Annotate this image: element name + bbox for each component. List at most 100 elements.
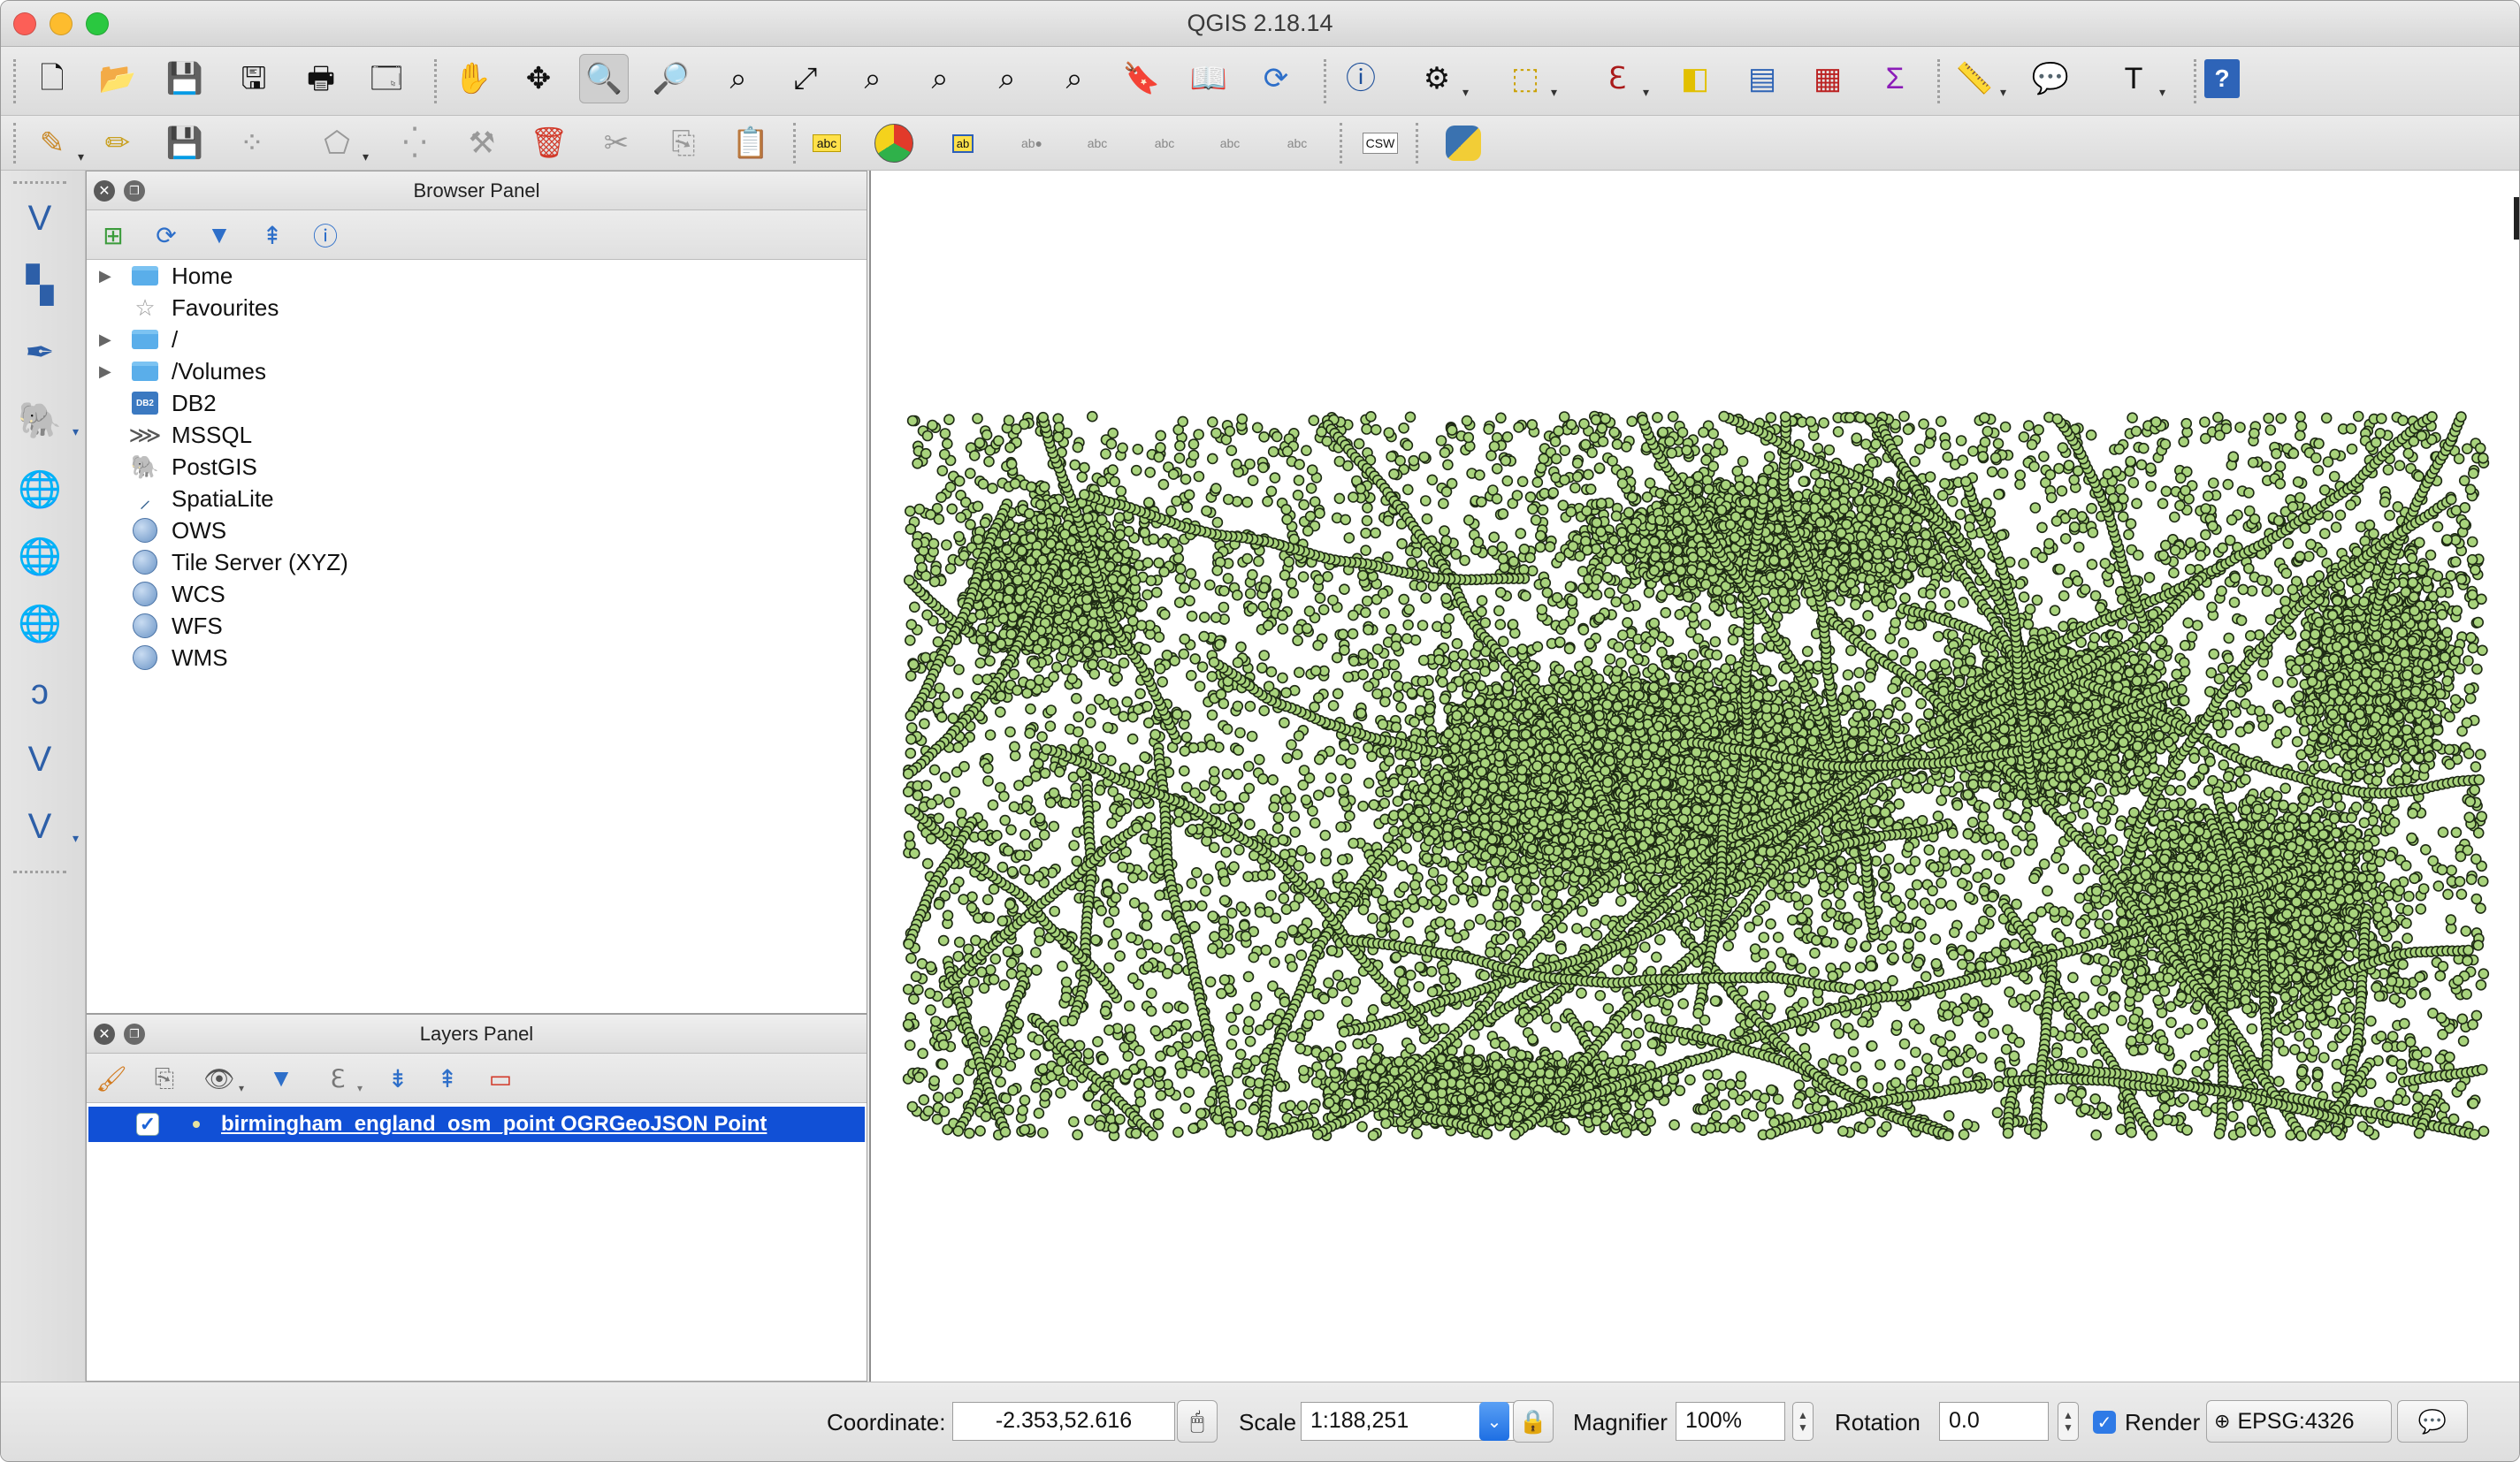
csw-icon[interactable]: CSW: [1355, 118, 1405, 168]
layer-visibility-checkbox[interactable]: ✓: [136, 1113, 159, 1136]
toolbar-grip[interactable]: [13, 871, 66, 874]
add-wfs-layer-icon[interactable]: ↄ: [13, 666, 66, 719]
statistics-icon[interactable]: Σ: [1870, 54, 1920, 103]
toolbar-grip[interactable]: [13, 59, 17, 103]
browser-item-wms[interactable]: WMS: [87, 642, 867, 674]
toggle-editing-icon[interactable]: ✏: [93, 118, 142, 168]
map-tips-icon[interactable]: 💬: [2026, 54, 2075, 103]
change-label-icon[interactable]: abc: [1272, 118, 1322, 168]
action-icon[interactable]: ⚙ ▾: [1412, 54, 1462, 103]
browser-item-db2[interactable]: DB2 DB2: [87, 387, 867, 419]
delete-selected-icon[interactable]: 🗑: [524, 118, 574, 168]
label-tool-icon[interactable]: abc: [802, 118, 851, 168]
remove-layer-icon[interactable]: ▭: [481, 1061, 520, 1096]
pan-to-selection-icon[interactable]: ✥: [514, 54, 563, 103]
copy-features-icon[interactable]: ⎘: [659, 118, 708, 168]
expand-arrow-icon[interactable]: ▶: [99, 267, 111, 286]
add-wms-layer-icon[interactable]: 🌐: [13, 529, 66, 583]
browser-item-volumes[interactable]: ▶ /Volumes: [87, 355, 867, 387]
filter-by-expression-icon[interactable]: ℇ ▾: [318, 1061, 357, 1096]
toolbar-grip[interactable]: [1937, 59, 1941, 103]
refresh-icon[interactable]: ⟳: [1251, 54, 1301, 103]
add-virtual-layer-icon[interactable]: V ▾: [13, 800, 66, 853]
text-annotation-icon[interactable]: T ▾: [2109, 54, 2158, 103]
browser-item-root[interactable]: ▶ /: [87, 324, 867, 355]
current-edits-icon[interactable]: ✎ ▾: [27, 118, 77, 168]
browser-item-favourites[interactable]: ☆ Favourites: [87, 292, 867, 324]
collapse-all-icon[interactable]: ⇞: [428, 1061, 467, 1096]
collapse-all-icon[interactable]: ⇞: [253, 217, 292, 253]
add-spatialite-layer-icon[interactable]: 🌐: [13, 462, 66, 515]
save-as-icon[interactable]: 🖫: [229, 54, 279, 103]
zoom-last-icon[interactable]: ⌕: [982, 54, 1032, 103]
add-wcs-layer-icon[interactable]: 🌐: [13, 597, 66, 650]
new-print-composer-icon[interactable]: 🖶: [296, 54, 346, 103]
new-project-icon[interactable]: 🗋: [27, 54, 77, 103]
add-delimited-text-icon[interactable]: ✒: [13, 326, 66, 379]
toolbar-grip[interactable]: [434, 59, 438, 103]
browser-item-wcs[interactable]: WCS: [87, 578, 867, 610]
rotate-label-icon[interactable]: abc: [1205, 118, 1255, 168]
browser-item-tile-server[interactable]: Tile Server (XYZ): [87, 546, 867, 578]
field-calculator-icon[interactable]: ▦: [1803, 54, 1852, 103]
save-project-icon[interactable]: 💾: [160, 54, 210, 103]
browser-item-postgis[interactable]: 🐘 PostGIS: [87, 451, 867, 483]
filter-legend-icon[interactable]: ▼: [262, 1061, 301, 1096]
expand-arrow-icon[interactable]: ▶: [99, 362, 111, 381]
show-hide-labels-icon[interactable]: abc: [1073, 118, 1122, 168]
select-by-expression-icon[interactable]: ℇ ▾: [1592, 54, 1642, 103]
filter-icon[interactable]: ▼: [200, 217, 239, 253]
browser-item-mssql[interactable]: ⋙ MSSQL: [87, 419, 867, 451]
save-edits-icon[interactable]: 💾: [160, 118, 210, 168]
attribute-table-icon[interactable]: ▤: [1737, 54, 1787, 103]
show-bookmarks-icon[interactable]: 📖: [1184, 54, 1233, 103]
properties-icon[interactable]: ⓘ: [306, 217, 345, 253]
zoom-next-icon[interactable]: ⌕: [1050, 54, 1099, 103]
toolbar-grip[interactable]: [793, 123, 797, 164]
new-bookmark-icon[interactable]: 🔖: [1117, 54, 1166, 103]
deselect-icon[interactable]: ◧: [1670, 54, 1720, 103]
add-postgis-layer-icon[interactable]: 🐘 ▾: [13, 393, 66, 446]
help-icon[interactable]: ?: [2197, 54, 2247, 103]
add-feature-icon[interactable]: ⁘: [227, 118, 277, 168]
pin-labels-icon[interactable]: ab: [938, 118, 988, 168]
zoom-to-selection-icon[interactable]: ⌕: [848, 54, 897, 103]
toolbar-grip[interactable]: [13, 123, 17, 164]
toolbar-grip[interactable]: [13, 181, 66, 185]
open-project-icon[interactable]: 📂: [93, 54, 142, 103]
zoom-to-layer-icon[interactable]: ⌕: [915, 54, 965, 103]
map-canvas[interactable]: [869, 171, 2519, 1382]
browser-item-spatialite[interactable]: ⸝ SpatiaLite: [87, 483, 867, 514]
cut-features-icon[interactable]: ✂: [592, 118, 641, 168]
toolbar-grip[interactable]: [1340, 123, 1343, 164]
open-layer-styling-icon[interactable]: 🖌: [92, 1061, 131, 1096]
highlight-pinned-icon[interactable]: ab●: [1007, 118, 1057, 168]
browser-item-home[interactable]: ▶ Home: [87, 260, 867, 292]
expand-all-icon[interactable]: ⇟: [378, 1061, 417, 1096]
zoom-native-icon[interactable]: ⌕: [714, 54, 763, 103]
toolbar-grip[interactable]: [1324, 59, 1327, 103]
move-feature-icon[interactable]: ⁛: [390, 118, 439, 168]
add-group-icon[interactable]: ⎘: [145, 1061, 184, 1096]
new-shapefile-icon[interactable]: V: [13, 733, 66, 786]
expand-arrow-icon[interactable]: ▶: [99, 331, 111, 349]
layer-item[interactable]: ✓ birmingham_england_osm_point OGRGeoJSO…: [88, 1107, 865, 1142]
pan-icon[interactable]: ✋: [448, 54, 498, 103]
zoom-out-icon[interactable]: 🔎: [646, 54, 696, 103]
paste-features-icon[interactable]: 📋: [726, 118, 775, 168]
move-label-icon[interactable]: abc: [1140, 118, 1189, 168]
select-features-icon[interactable]: ⬚ ▾: [1501, 54, 1550, 103]
add-raster-layer-icon[interactable]: ▚: [13, 259, 66, 312]
composer-manager-icon[interactable]: 🗔: [362, 54, 411, 103]
zoom-full-icon[interactable]: ⤢: [781, 54, 830, 103]
vertex-tool-icon[interactable]: ⬠ ▾: [312, 118, 362, 168]
add-vector-layer-icon[interactable]: V: [13, 192, 66, 245]
python-icon[interactable]: [1439, 118, 1488, 168]
zoom-in-icon[interactable]: 🔍: [579, 54, 629, 103]
manage-visibility-icon[interactable]: 👁 ▾: [200, 1061, 239, 1096]
add-selected-layers-icon[interactable]: ⊞: [94, 217, 133, 253]
identify-icon[interactable]: ⓘ: [1336, 54, 1386, 103]
refresh-icon[interactable]: ⟳: [147, 217, 186, 253]
measure-icon[interactable]: 📏 ▾: [1950, 54, 1999, 103]
node-tool-icon[interactable]: ⚒: [457, 118, 507, 168]
